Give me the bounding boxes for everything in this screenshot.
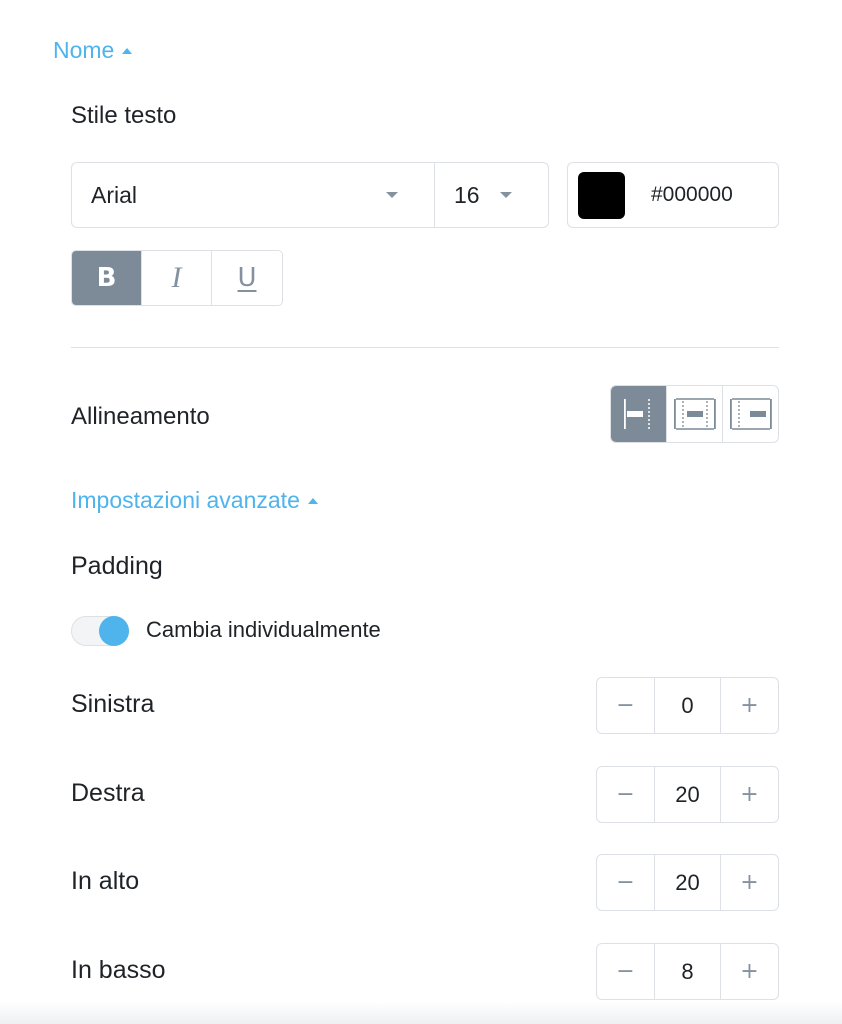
decrement-button[interactable]: −: [597, 855, 654, 910]
align-right-button[interactable]: [723, 386, 778, 442]
padding-top-stepper: − 20 +: [596, 854, 779, 911]
padding-left-value[interactable]: 0: [654, 678, 721, 733]
padding-top-value[interactable]: 20: [654, 855, 721, 910]
increment-button[interactable]: +: [721, 678, 778, 733]
individual-padding-toggle[interactable]: [71, 616, 129, 646]
padding-left-stepper: − 0 +: [596, 677, 779, 734]
text-style-heading: Stile testo: [71, 102, 177, 129]
text-color-picker[interactable]: #000000: [567, 162, 779, 228]
padding-right-label: Destra: [71, 779, 145, 807]
padding-heading: Padding: [71, 552, 163, 580]
toggle-knob: [99, 616, 129, 646]
editor-panel: Nome Stile testo Arial 16 #000000 B I U …: [0, 0, 842, 1024]
chevron-down-icon: [499, 192, 512, 198]
padding-right-value[interactable]: 20: [654, 767, 721, 822]
alignment-label: Allineamento: [71, 403, 210, 430]
font-family-value: Arial: [91, 181, 138, 208]
decrement-button[interactable]: −: [597, 678, 654, 733]
increment-button[interactable]: +: [721, 944, 778, 999]
padding-bottom-stepper: − 8 +: [596, 943, 779, 1000]
caret-up-icon: [122, 48, 133, 54]
decrement-button[interactable]: −: [597, 767, 654, 822]
underline-button[interactable]: U: [212, 251, 282, 305]
right-align-icon: [729, 398, 772, 430]
bottom-fade: [0, 1002, 842, 1024]
increment-button[interactable]: +: [721, 767, 778, 822]
color-hex-value[interactable]: #000000: [651, 183, 733, 207]
align-left-button[interactable]: [611, 386, 667, 442]
align-center-button[interactable]: [667, 386, 723, 442]
increment-button[interactable]: +: [721, 855, 778, 910]
advanced-settings-toggle[interactable]: Impostazioni avanzate: [71, 487, 318, 514]
font-settings-group: Arial 16: [71, 162, 549, 228]
padding-top-label: In alto: [71, 867, 140, 895]
italic-button[interactable]: I: [142, 251, 212, 305]
left-align-icon: [623, 399, 650, 429]
font-size-value: 16: [454, 181, 480, 208]
alignment-group: [610, 385, 779, 443]
padding-left-label: Sinistra: [71, 690, 155, 718]
caret-up-icon: [307, 498, 318, 504]
padding-bottom-label: In basso: [71, 956, 166, 984]
color-swatch[interactable]: [578, 171, 625, 219]
divider: [71, 347, 779, 348]
padding-bottom-value[interactable]: 8: [654, 944, 721, 999]
padding-right-stepper: − 20 +: [596, 766, 779, 823]
advanced-settings-label[interactable]: Impostazioni avanzate: [71, 487, 300, 514]
toggle-label: Cambia individualmente: [146, 617, 381, 642]
text-format-group: B I U: [71, 250, 283, 306]
decrement-button[interactable]: −: [597, 944, 654, 999]
font-family-select[interactable]: Arial: [72, 163, 435, 227]
chevron-down-icon: [386, 192, 398, 198]
bold-button[interactable]: B: [72, 251, 142, 305]
name-section-toggle[interactable]: Nome: [53, 37, 133, 64]
name-section-label[interactable]: Nome: [53, 37, 114, 64]
font-size-select[interactable]: 16: [435, 163, 548, 227]
center-align-icon: [673, 398, 716, 430]
